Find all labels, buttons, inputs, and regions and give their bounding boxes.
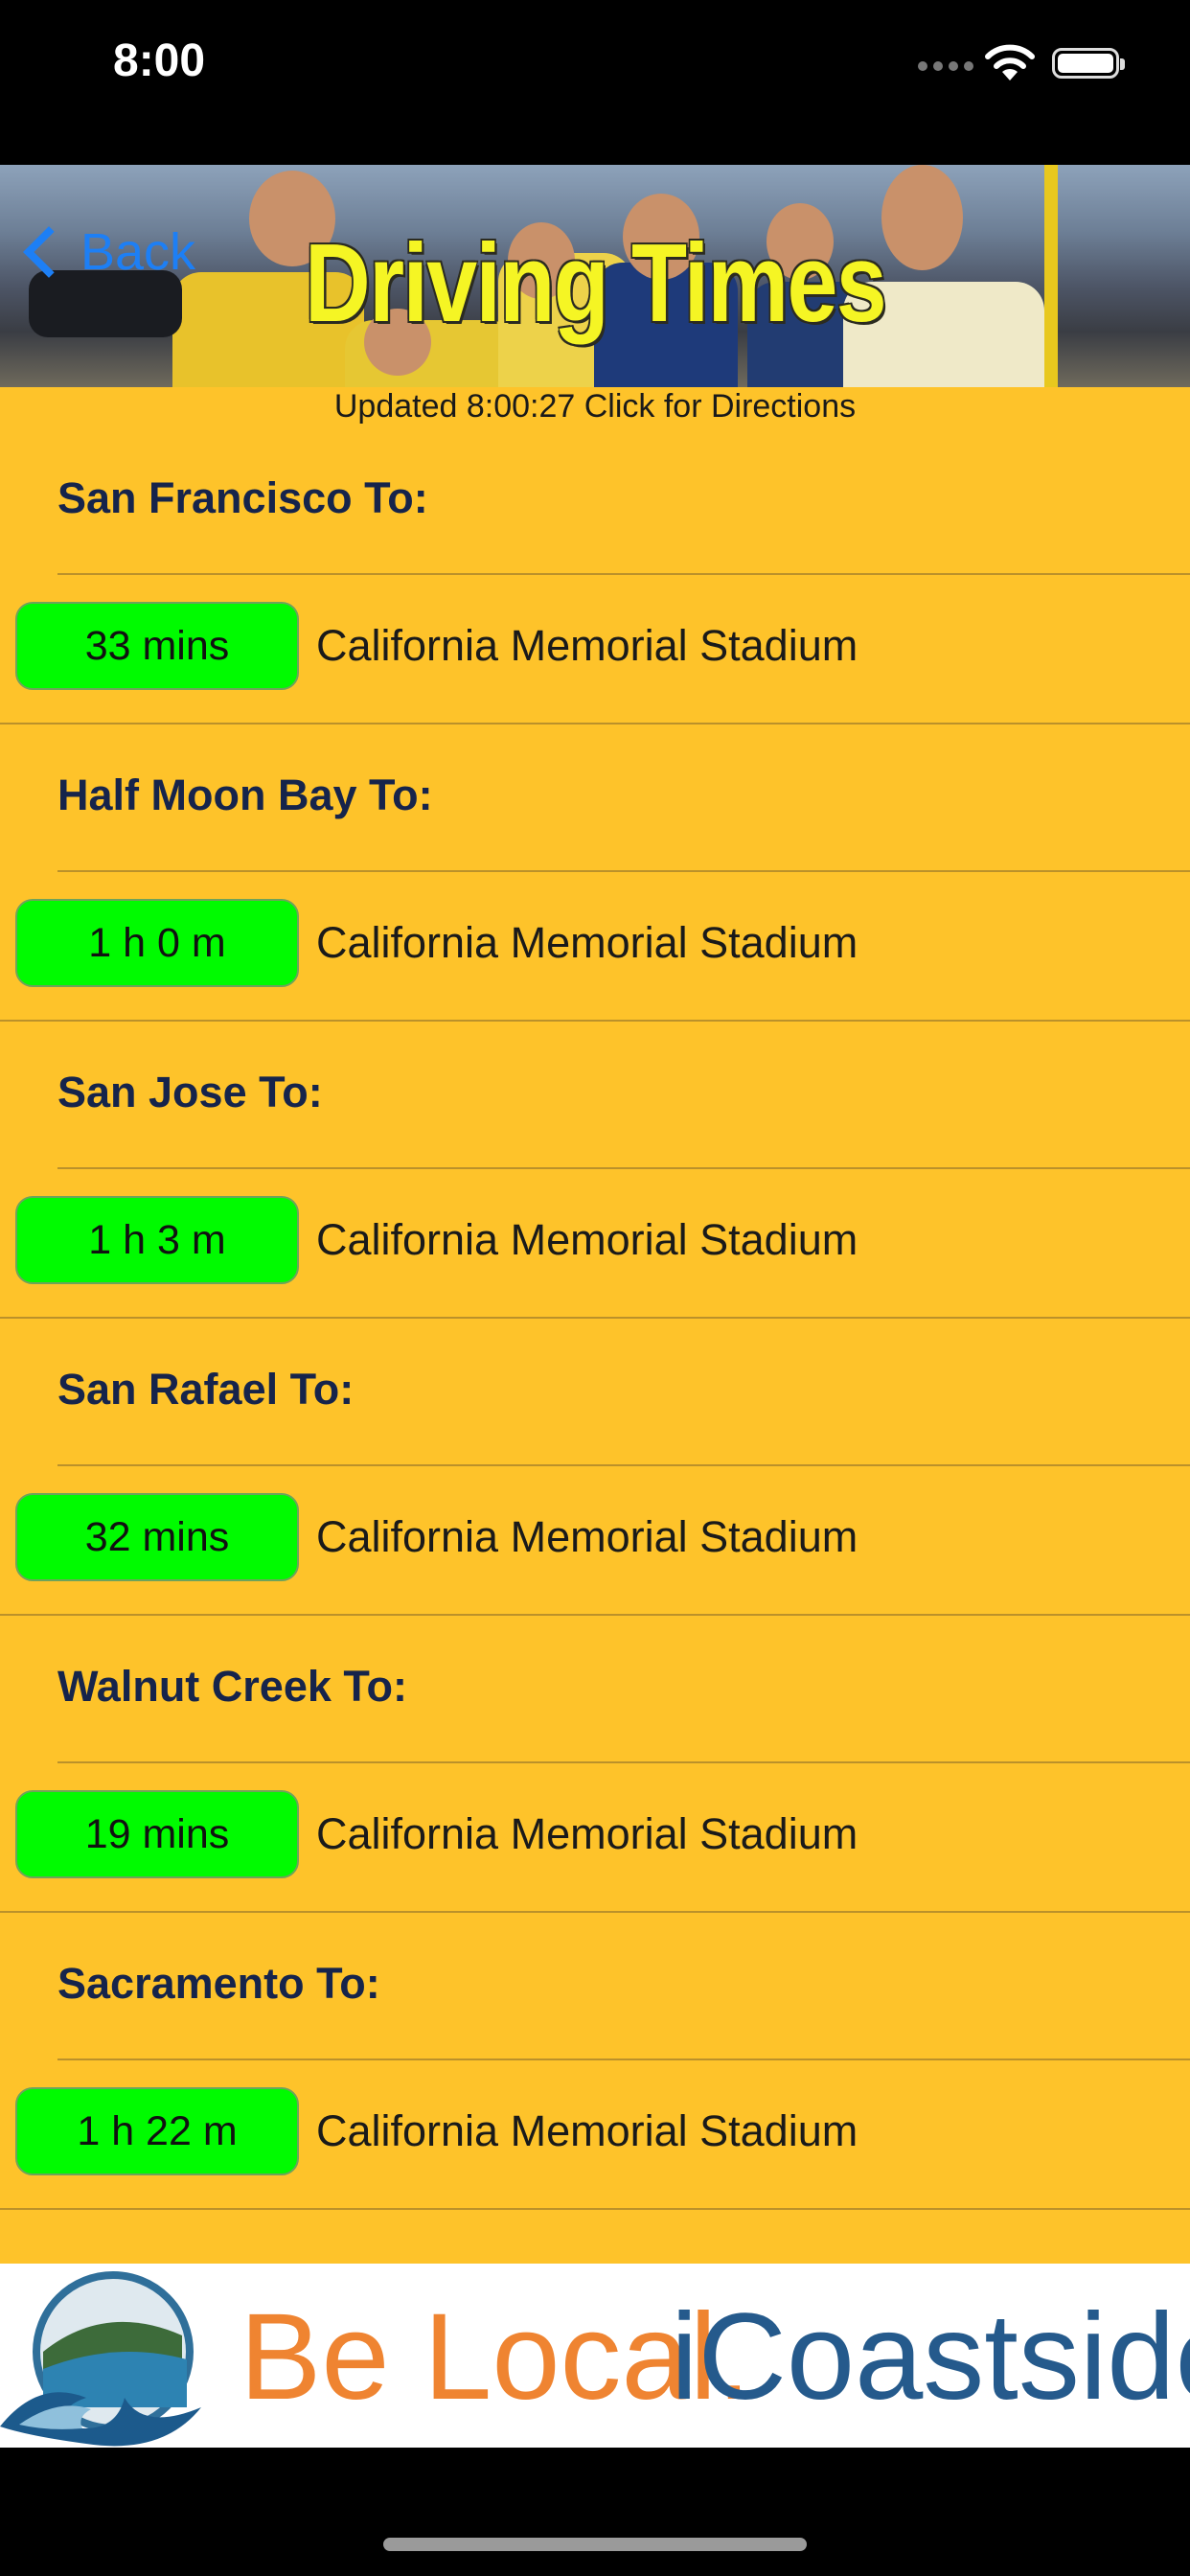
- route-origin-title: Half Moon Bay To:: [57, 770, 433, 819]
- ad-banner[interactable]: Be Local. iCoastside: [0, 2264, 1190, 2448]
- divider: [0, 1317, 1190, 1319]
- chevron-left-icon: [23, 226, 75, 278]
- divider: [57, 573, 1190, 575]
- page-title: Driving Times: [305, 220, 887, 345]
- driving-times-list: Updated 8:00:27 Click for Directions San…: [0, 387, 1190, 2264]
- duration-button[interactable]: 1 h 3 m: [15, 1196, 299, 1284]
- duration-button[interactable]: 1 h 22 m: [15, 2087, 299, 2175]
- home-indicator[interactable]: [383, 2538, 807, 2551]
- route-origin-title: San Jose To:: [57, 1068, 323, 1116]
- destination-label[interactable]: California Memorial Stadium: [316, 2106, 858, 2156]
- duration-button[interactable]: 32 mins: [15, 1493, 299, 1581]
- status-bar: 8:00: [0, 0, 1190, 165]
- battery-icon: [1052, 48, 1125, 79]
- route-origin-title: Sacramento To:: [57, 1959, 380, 2008]
- divider: [57, 1464, 1190, 1466]
- divider: [0, 1911, 1190, 1913]
- icoastside-logo: [0, 2264, 220, 2452]
- signal-icon: [918, 61, 973, 71]
- ad-brand: iCoastside: [671, 2288, 1190, 2426]
- duration-button[interactable]: 19 mins: [15, 1790, 299, 1878]
- divider: [0, 1020, 1190, 1022]
- divider: [57, 1167, 1190, 1169]
- status-time: 8:00: [113, 35, 206, 86]
- destination-label[interactable]: California Memorial Stadium: [316, 1215, 858, 1265]
- destination-label[interactable]: California Memorial Stadium: [316, 621, 858, 671]
- duration-button[interactable]: 1 h 0 m: [15, 899, 299, 987]
- wifi-icon: [983, 42, 1037, 87]
- duration-button[interactable]: 33 mins: [15, 602, 299, 690]
- divider: [0, 723, 1190, 724]
- route-origin-title: Walnut Creek To:: [57, 1662, 408, 1711]
- destination-label[interactable]: California Memorial Stadium: [316, 1512, 858, 1562]
- destination-label[interactable]: California Memorial Stadium: [316, 918, 858, 968]
- route-origin-title: San Francisco To:: [57, 473, 428, 522]
- destination-label[interactable]: California Memorial Stadium: [316, 1809, 858, 1859]
- updated-directions-link[interactable]: Updated 8:00:27 Click for Directions: [0, 387, 1190, 426]
- divider: [57, 870, 1190, 872]
- divider: [0, 2208, 1190, 2210]
- route-origin-title: San Rafael To:: [57, 1365, 355, 1414]
- divider: [0, 1614, 1190, 1616]
- bottom-safe-area: [0, 2448, 1190, 2576]
- divider: [57, 1761, 1190, 1763]
- divider: [57, 2058, 1190, 2060]
